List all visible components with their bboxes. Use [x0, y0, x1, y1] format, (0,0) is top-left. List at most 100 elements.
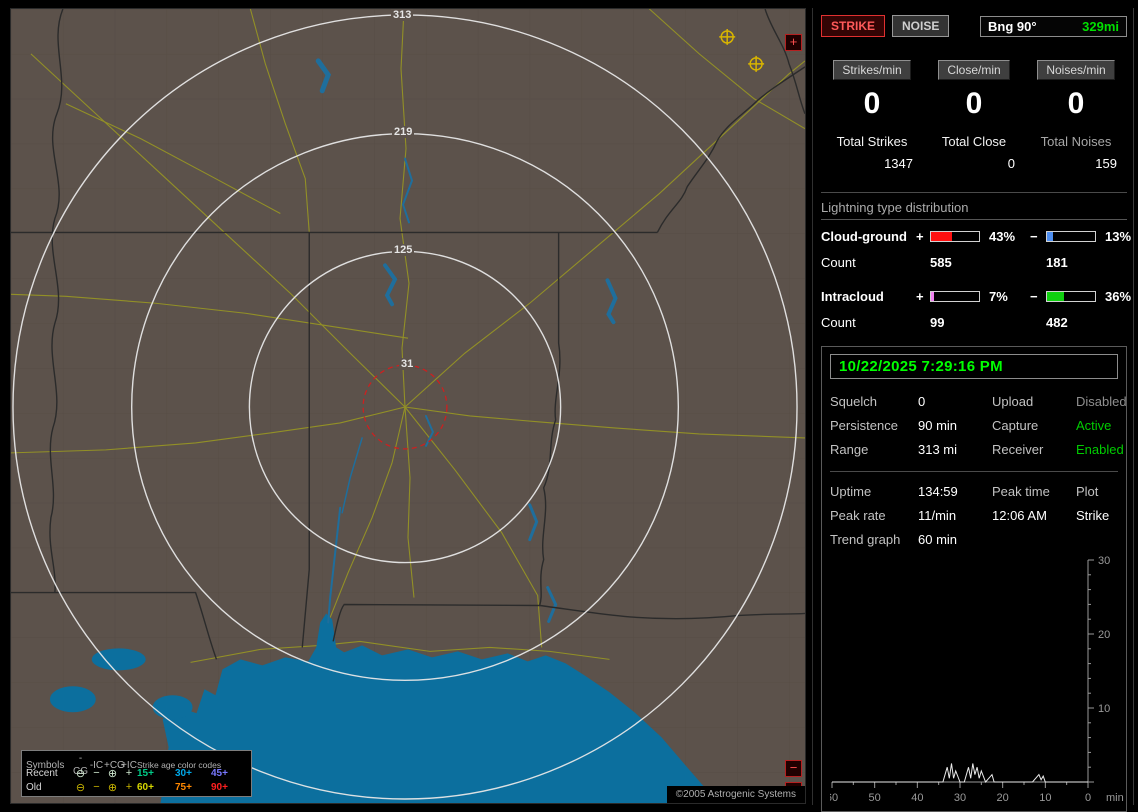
total-noises-label: Total Noises [1040, 134, 1112, 149]
close-per-min-value: 0 [965, 87, 983, 120]
intracloud-row: Intracloud + 7% − 36% [821, 283, 1131, 309]
ic-positive-count: 99 [930, 314, 945, 330]
noises-counter: Noises/min 0 Total Noises 159 [1025, 60, 1127, 171]
bearing-label: Bng 90° [988, 18, 1037, 34]
svg-text:min: min [1106, 792, 1124, 804]
display-mode-bar: STRIKE NOISE Bng 90° 329mi [821, 15, 1127, 37]
cg-positive-pct: 43% [989, 228, 1016, 244]
section-divider [830, 471, 1118, 472]
capture-status: Active [1076, 418, 1112, 433]
rate-counters: Strikes/min 0 Total Strikes 1347 Close/m… [821, 60, 1127, 171]
age-45: 45+ [211, 767, 228, 779]
intracloud-label: Intracloud [821, 288, 884, 304]
total-close-label: Total Close [941, 134, 1007, 149]
ic-positive-bar [930, 290, 980, 302]
trend-graph-area: 10 20 30 60 50 40 30 20 10 0 min [826, 552, 1124, 807]
copyright-notice: ©2005 Astrogenic Systems [666, 786, 805, 803]
cg-negative-count: 181 [1046, 254, 1068, 270]
cg-negative-pct: 13% [1105, 228, 1132, 244]
total-close-value: 0 [1007, 156, 1015, 171]
total-strikes-label: Total Strikes [836, 134, 908, 149]
age-60: 60+ [137, 781, 154, 793]
receiver-status-grid: Squelch 0 Upload Disabled Persistence 90… [830, 394, 1127, 457]
cg-positive-bar [930, 230, 980, 242]
peak-time-label: Peak time [992, 484, 1050, 499]
age-90: 90+ [211, 781, 228, 793]
age-75: 75+ [175, 781, 192, 793]
receiver-label: Receiver [992, 442, 1044, 457]
pos-cg-symbol-icon: ⊕ [107, 767, 118, 780]
noise-mode-button[interactable]: NOISE [892, 15, 950, 37]
svg-text:50: 50 [869, 792, 881, 804]
ring-label-219: 219 [392, 126, 415, 138]
legend-old-label: Old [26, 781, 42, 793]
strikes-counter: Strikes/min 0 Total Strikes 1347 [821, 60, 923, 171]
plus-sign: + [916, 288, 924, 304]
neg-cg-symbol-old-icon: ⊖ [75, 781, 86, 794]
strikes-per-min-value: 0 [863, 87, 881, 120]
cloud-ground-count-row: Count 585 181 [821, 251, 1127, 273]
stats-panel: STRIKE NOISE Bng 90° 329mi Strikes/min 0… [812, 8, 1134, 812]
pos-ic-symbol-icon: + [125, 767, 133, 779]
map-zoom-in-button[interactable]: + [785, 34, 802, 51]
bearing-range-display: Bng 90° 329mi [980, 15, 1127, 37]
trend-graph: 10 20 30 60 50 40 30 20 10 0 min [826, 555, 1124, 804]
current-datetime: 10/22/2025 7:29:16 PM [839, 358, 1003, 375]
pos-cg-symbol-old-icon: ⊕ [107, 781, 118, 794]
noises-per-min-label: Noises/min [1037, 60, 1115, 80]
count-label: Count [821, 254, 856, 270]
uptime-value: 134:59 [918, 484, 958, 499]
svg-text:10: 10 [1039, 792, 1051, 804]
trend-graph-label: Trend graph [830, 532, 901, 547]
minus-sign: − [1030, 228, 1038, 244]
capture-label: Capture [992, 418, 1039, 433]
svg-text:0: 0 [1085, 792, 1091, 804]
neg-cg-symbol-icon: ⊖ [75, 767, 86, 780]
count-label: Count [821, 314, 856, 330]
legend-recent-label: Recent [26, 767, 58, 779]
strike-map[interactable]: 313 219 125 31 + − + Symbols -CG -IC +CG… [10, 8, 806, 804]
svg-text:10: 10 [1098, 703, 1110, 715]
strikes-per-min-label: Strikes/min [833, 60, 911, 80]
total-noises-value: 159 [1095, 156, 1117, 171]
svg-text:40: 40 [911, 792, 923, 804]
cg-negative-bar [1046, 230, 1096, 242]
upload-status: Disabled [1076, 394, 1127, 409]
noises-per-min-value: 0 [1067, 87, 1085, 120]
strike-mode-button[interactable]: STRIKE [821, 15, 886, 37]
plot-label: Plot [1076, 484, 1099, 499]
neg-ic-symbol-icon: − [93, 767, 100, 779]
squelch-value: 0 [918, 394, 926, 409]
svg-text:30: 30 [954, 792, 966, 804]
ic-positive-pct: 7% [989, 288, 1008, 304]
map-zoom-out-button[interactable]: − [785, 760, 802, 777]
distribution-title: Lightning type distribution [821, 200, 1127, 220]
svg-text:60: 60 [830, 792, 838, 804]
section-divider [821, 192, 1127, 193]
datetime-display: 10/22/2025 7:29:16 PM [830, 354, 1118, 379]
range-label: Range [830, 442, 869, 457]
range-value: 313 mi [918, 442, 958, 457]
neg-ic-symbol-old-icon: − [93, 781, 100, 793]
ic-negative-pct: 36% [1105, 288, 1132, 304]
cloud-ground-row: Cloud-ground + 43% − 13% [821, 223, 1131, 249]
bearing-range-value: 329mi [1082, 18, 1119, 34]
ic-negative-count: 482 [1046, 314, 1068, 330]
peak-time-value: 12:06 AM [992, 508, 1047, 523]
svg-text:30: 30 [1098, 555, 1110, 567]
app-window: 313 219 125 31 + − + Symbols -CG -IC +CG… [0, 0, 1138, 812]
svg-text:20: 20 [1098, 629, 1110, 641]
ic-negative-bar [1046, 290, 1096, 302]
cloud-ground-label: Cloud-ground [821, 228, 907, 244]
persistence-value: 90 min [918, 418, 958, 433]
ring-label-125: 125 [392, 244, 415, 256]
squelch-label: Squelch [830, 394, 877, 409]
plus-sign: + [916, 228, 924, 244]
upload-label: Upload [992, 394, 1034, 409]
svg-text:20: 20 [997, 792, 1009, 804]
receiver-status: Enabled [1076, 442, 1124, 457]
persistence-label: Persistence [830, 418, 898, 433]
total-strikes-value: 1347 [884, 156, 913, 171]
close-counter: Close/min 0 Total Close 0 [923, 60, 1025, 171]
cg-positive-count: 585 [930, 254, 952, 270]
